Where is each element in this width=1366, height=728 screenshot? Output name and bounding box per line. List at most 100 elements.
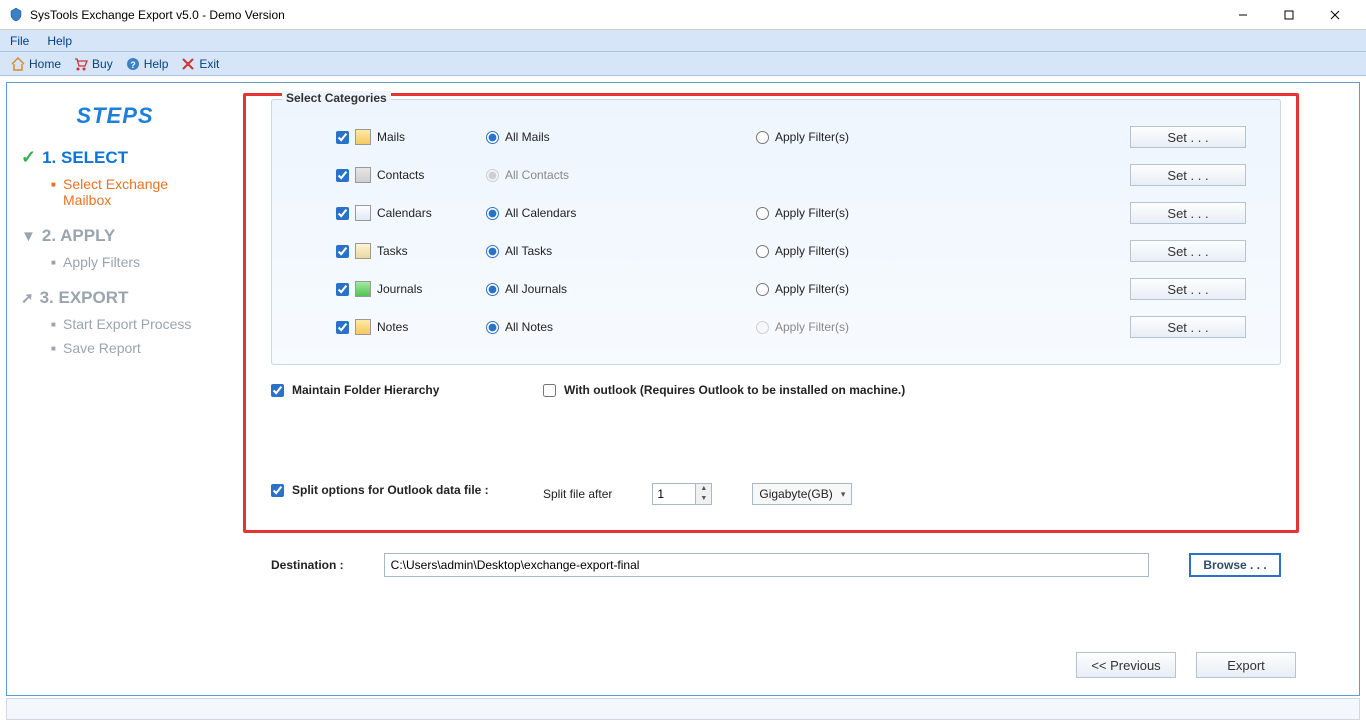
radio-all-contacts bbox=[486, 169, 499, 182]
set-button-journals[interactable]: Set . . . bbox=[1130, 278, 1246, 300]
step-select-label: 1. SELECT bbox=[42, 148, 128, 168]
opt-split-controls: Split file after ▲▼ Gigabyte(GB) ▾ bbox=[543, 483, 852, 505]
radio-all-notes[interactable] bbox=[486, 321, 499, 334]
spinner-buttons[interactable]: ▲▼ bbox=[695, 484, 711, 504]
split-value-field[interactable] bbox=[653, 484, 695, 504]
radio-all-calendars[interactable] bbox=[486, 207, 499, 220]
radio-filter-journals[interactable] bbox=[756, 283, 769, 296]
category-row-journals: Journals All Journals Apply Filter(s) Se… bbox=[286, 270, 1266, 308]
label-notes: Notes bbox=[377, 320, 408, 334]
label-all-calendars: All Calendars bbox=[505, 206, 576, 220]
step-export[interactable]: ➚ 3. EXPORT bbox=[21, 288, 209, 308]
step-apply-label: 2. APPLY bbox=[42, 226, 115, 246]
browse-button[interactable]: Browse . . . bbox=[1189, 553, 1281, 577]
radio-filter-mails[interactable] bbox=[756, 131, 769, 144]
window-title: SysTools Exchange Export v5.0 - Demo Ver… bbox=[30, 8, 1220, 22]
svg-text:?: ? bbox=[130, 60, 136, 70]
step-apply[interactable]: ▼ 2. APPLY bbox=[21, 226, 209, 246]
notes-icon bbox=[355, 319, 371, 335]
radio-all-journals[interactable] bbox=[486, 283, 499, 296]
split-unit-select[interactable]: Gigabyte(GB) ▾ bbox=[752, 483, 852, 505]
substep-start-export[interactable]: Start Export Process bbox=[51, 316, 209, 332]
maximize-button[interactable] bbox=[1266, 0, 1312, 30]
title-bar: SysTools Exchange Export v5.0 - Demo Ver… bbox=[0, 0, 1366, 30]
set-button-calendars[interactable]: Set . . . bbox=[1130, 202, 1246, 224]
close-button[interactable] bbox=[1312, 0, 1358, 30]
previous-button[interactable]: << Previous bbox=[1076, 652, 1176, 678]
label-filter-tasks: Apply Filter(s) bbox=[775, 244, 849, 258]
export-button[interactable]: Export bbox=[1196, 652, 1296, 678]
check-journals[interactable] bbox=[336, 283, 349, 296]
options-panel: Select Categories Mails All Mails Apply … bbox=[223, 83, 1359, 695]
label-all-tasks: All Tasks bbox=[505, 244, 552, 258]
minimize-button[interactable] bbox=[1220, 0, 1266, 30]
main-area: STEPS ✓ 1. SELECT Select Exchange Mailbo… bbox=[6, 82, 1360, 696]
opt-with-outlook-row: With outlook (Requires Outlook to be ins… bbox=[543, 383, 905, 397]
categories-legend: Select Categories bbox=[282, 91, 391, 105]
label-maintain-hierarchy: Maintain Folder Hierarchy bbox=[292, 383, 439, 397]
check-with-outlook[interactable] bbox=[543, 384, 556, 397]
label-tasks: Tasks bbox=[377, 244, 408, 258]
toolbar-exit[interactable]: Exit bbox=[176, 56, 223, 72]
set-button-tasks[interactable]: Set . . . bbox=[1130, 240, 1246, 262]
label-split-after: Split file after bbox=[543, 487, 612, 501]
destination-input[interactable] bbox=[384, 553, 1149, 577]
toolbar-buy-label: Buy bbox=[92, 57, 113, 71]
radio-filter-calendars[interactable] bbox=[756, 207, 769, 220]
journals-icon bbox=[355, 281, 371, 297]
destination-row: Destination : Browse . . . bbox=[271, 553, 1281, 577]
split-value-input[interactable]: ▲▼ bbox=[652, 483, 712, 505]
split-unit-label: Gigabyte(GB) bbox=[759, 487, 832, 501]
step-select[interactable]: ✓ 1. SELECT bbox=[21, 147, 209, 168]
label-filter-notes: Apply Filter(s) bbox=[775, 320, 849, 334]
check-mails[interactable] bbox=[336, 131, 349, 144]
check-tasks[interactable] bbox=[336, 245, 349, 258]
category-row-notes: Notes All Notes Apply Filter(s) Set . . … bbox=[286, 308, 1266, 346]
label-all-contacts: All Contacts bbox=[505, 168, 569, 182]
category-row-calendars: Calendars All Calendars Apply Filter(s) … bbox=[286, 194, 1266, 232]
toolbar-home-label: Home bbox=[29, 57, 61, 71]
menu-help[interactable]: Help bbox=[47, 34, 72, 48]
status-bar bbox=[6, 698, 1360, 720]
toolbar: Home Buy ? Help Exit bbox=[0, 52, 1366, 76]
check-split-options[interactable] bbox=[271, 484, 284, 497]
substep-apply-filters[interactable]: Apply Filters bbox=[51, 254, 209, 270]
opt-split-row: Split options for Outlook data file : bbox=[271, 483, 489, 497]
toolbar-buy[interactable]: Buy bbox=[69, 56, 117, 72]
category-row-contacts: Contacts All Contacts Set . . . bbox=[286, 156, 1266, 194]
step-export-label: 3. EXPORT bbox=[40, 288, 129, 308]
category-row-tasks: Tasks All Tasks Apply Filter(s) Set . . … bbox=[286, 232, 1266, 270]
radio-filter-tasks[interactable] bbox=[756, 245, 769, 258]
substep-select-mailbox[interactable]: Select Exchange Mailbox bbox=[51, 176, 209, 208]
filter-icon: ▼ bbox=[21, 228, 36, 245]
set-button-mails[interactable]: Set . . . bbox=[1130, 126, 1246, 148]
radio-all-tasks[interactable] bbox=[486, 245, 499, 258]
check-notes[interactable] bbox=[336, 321, 349, 334]
tasks-icon bbox=[355, 243, 371, 259]
label-mails: Mails bbox=[377, 130, 405, 144]
check-maintain-hierarchy[interactable] bbox=[271, 384, 284, 397]
substep-save-report[interactable]: Save Report bbox=[51, 340, 209, 356]
category-row-mails: Mails All Mails Apply Filter(s) Set . . … bbox=[286, 118, 1266, 156]
categories-fieldset: Select Categories Mails All Mails Apply … bbox=[271, 99, 1281, 365]
label-with-outlook: With outlook (Requires Outlook to be ins… bbox=[564, 383, 905, 397]
menu-bar: File Help bbox=[0, 30, 1366, 52]
set-button-notes[interactable]: Set . . . bbox=[1130, 316, 1246, 338]
label-filter-calendars: Apply Filter(s) bbox=[775, 206, 849, 220]
toolbar-home[interactable]: Home bbox=[6, 56, 65, 72]
contacts-icon bbox=[355, 167, 371, 183]
toolbar-help[interactable]: ? Help bbox=[121, 56, 173, 72]
steps-heading: STEPS bbox=[21, 103, 209, 129]
check-icon: ✓ bbox=[21, 147, 36, 168]
check-calendars[interactable] bbox=[336, 207, 349, 220]
radio-all-mails[interactable] bbox=[486, 131, 499, 144]
menu-file[interactable]: File bbox=[10, 34, 29, 48]
radio-filter-notes bbox=[756, 321, 769, 334]
set-button-contacts[interactable]: Set . . . bbox=[1130, 164, 1246, 186]
home-icon bbox=[10, 56, 26, 72]
label-all-mails: All Mails bbox=[505, 130, 550, 144]
steps-sidebar: STEPS ✓ 1. SELECT Select Exchange Mailbo… bbox=[7, 83, 223, 695]
check-contacts[interactable] bbox=[336, 169, 349, 182]
chevron-down-icon: ▾ bbox=[841, 489, 846, 500]
toolbar-exit-label: Exit bbox=[199, 57, 219, 71]
